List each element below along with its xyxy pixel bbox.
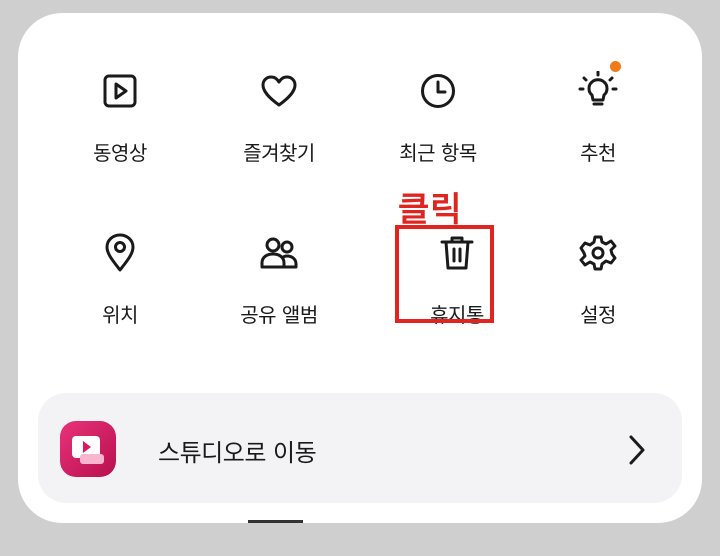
chevron-right-icon <box>628 435 646 465</box>
click-annotation-label: 클릭 <box>398 190 463 230</box>
menu-grid: 동영상 즐겨찾기 최근 항목 추천 위치 공유 앨범 휴지통 설정 <box>18 13 702 373</box>
menu-item-label: 위치 <box>102 303 138 327</box>
location-pin-icon <box>100 233 140 273</box>
menu-sheet: 동영상 즐겨찾기 최근 항목 추천 위치 공유 앨범 휴지통 설정 스튜디오로 … <box>18 13 702 523</box>
menu-item-locations[interactable]: 위치 <box>45 233 195 343</box>
lightbulb-icon <box>578 61 621 111</box>
home-indicator[interactable] <box>248 520 303 523</box>
menu-item-suggestions[interactable]: 추천 <box>523 61 673 181</box>
studio-app-icon <box>60 421 116 477</box>
heart-icon <box>259 71 299 111</box>
go-to-studio-button[interactable]: 스튜디오로 이동 <box>38 393 682 503</box>
menu-item-settings[interactable]: 설정 <box>523 233 673 343</box>
new-badge-dot <box>610 61 621 72</box>
menu-item-label: 최근 항목 <box>399 141 477 165</box>
click-annotation-box <box>395 225 494 323</box>
gear-icon <box>578 233 618 273</box>
menu-item-label: 설정 <box>580 303 616 327</box>
video-icon <box>100 71 140 111</box>
menu-item-recent[interactable]: 최근 항목 <box>363 71 513 181</box>
menu-item-favorites[interactable]: 즐겨찾기 <box>204 71 354 181</box>
menu-item-label: 추천 <box>580 141 616 165</box>
studio-label: 스튜디오로 이동 <box>158 439 317 467</box>
menu-item-label: 공유 앨범 <box>240 303 318 327</box>
menu-item-label: 동영상 <box>93 141 147 165</box>
menu-item-videos[interactable]: 동영상 <box>45 71 195 181</box>
clock-icon <box>418 71 458 111</box>
menu-item-label: 즐겨찾기 <box>243 141 315 165</box>
people-icon <box>259 233 299 273</box>
menu-item-shared-albums[interactable]: 공유 앨범 <box>204 233 354 343</box>
